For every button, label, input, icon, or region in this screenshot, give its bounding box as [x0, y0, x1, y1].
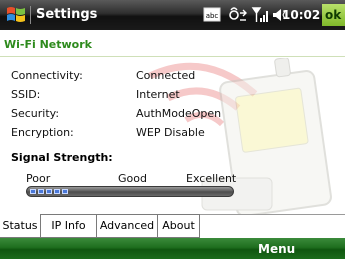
connectivity-icon[interactable] — [228, 5, 248, 25]
signal-segment — [30, 189, 36, 194]
clock[interactable]: 10:02 — [282, 8, 320, 22]
connectivity-label: Connectivity: — [11, 69, 83, 82]
ok-button[interactable]: ok — [322, 4, 345, 26]
encryption-label: Encryption: — [11, 126, 74, 139]
title-separator — [30, 6, 31, 24]
tab-ip-info[interactable]: IP Info — [40, 214, 97, 238]
signal-strength-icon[interactable] — [251, 5, 271, 25]
menu-softkey[interactable]: Menu — [258, 242, 295, 256]
signal-strength-bar — [26, 186, 234, 197]
keyboard-abc-icon[interactable]: abc — [203, 5, 221, 25]
security-value: AuthModeOpen — [136, 107, 222, 120]
title-bar: Settings abc 10:02 ok — [0, 0, 345, 30]
signal-segment — [46, 189, 52, 194]
signal-segment — [62, 189, 68, 194]
signal-strength-fill — [30, 189, 68, 194]
signal-scale-good: Good — [118, 172, 147, 185]
encryption-value: WEP Disable — [136, 126, 205, 139]
windows-start-icon[interactable] — [5, 4, 27, 26]
section-header: Wi-Fi Network — [0, 30, 345, 57]
signal-scale-poor: Poor — [26, 172, 51, 185]
signal-scale-excellent: Excellent — [186, 172, 237, 185]
signal-strength-title: Signal Strength: — [11, 151, 113, 164]
status-panel: Connectivity: Connected SSID: Internet S… — [0, 58, 345, 214]
ssid-label: SSID: — [11, 88, 41, 101]
ssid-value: Internet — [136, 88, 180, 101]
menu-bar: Menu — [0, 238, 345, 259]
svg-text:abc: abc — [206, 12, 219, 20]
connectivity-value: Connected — [136, 69, 196, 82]
security-label: Security: — [11, 107, 60, 120]
tab-advanced[interactable]: Advanced — [96, 214, 158, 238]
app-title: Settings — [36, 7, 98, 22]
tab-about[interactable]: About — [157, 214, 200, 238]
signal-segment — [38, 189, 44, 194]
signal-segment — [54, 189, 60, 194]
tab-bar: Status IP Info Advanced About — [0, 214, 345, 238]
tab-status[interactable]: Status — [0, 214, 41, 238]
page-title: Wi-Fi Network — [4, 38, 92, 51]
